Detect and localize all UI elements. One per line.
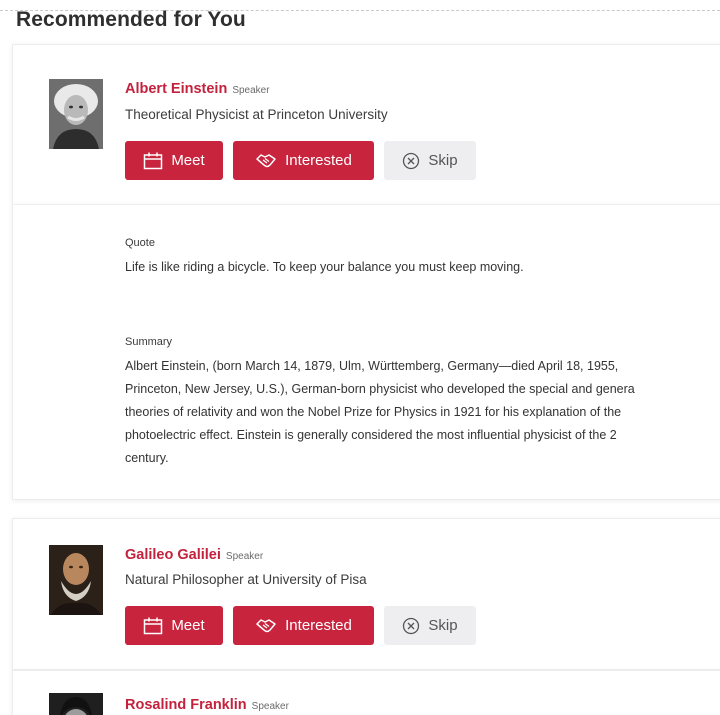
meet-button[interactable]: Meet — [125, 141, 223, 180]
action-bar: Meet Interested Skip — [125, 606, 476, 645]
quote-label: Quote — [125, 237, 155, 249]
close-circle-icon — [402, 617, 420, 635]
summary-line: photoelectric effect. Einstein is genera… — [125, 428, 617, 442]
handshake-icon — [255, 617, 277, 635]
calendar-icon — [143, 152, 163, 170]
skip-label: Skip — [428, 152, 458, 169]
person-card-franklin: Rosalind Franklin Speaker — [12, 670, 720, 715]
person-name[interactable]: Galileo Galilei — [125, 547, 221, 563]
summary-line: Princeton, New Jersey, U.S.), German-bor… — [125, 382, 635, 396]
summary-line: theories of relativity and won the Nobel… — [125, 405, 622, 419]
interested-button[interactable]: Interested — [233, 141, 374, 180]
person-subtitle: Theoretical Physicist at Princeton Unive… — [125, 107, 388, 122]
meet-button[interactable]: Meet — [125, 606, 223, 645]
person-subtitle: Natural Philosopher at University of Pis… — [125, 572, 367, 587]
summary-line: century. — [125, 451, 169, 465]
person-name-row: Albert Einstein Speaker — [125, 81, 270, 97]
close-circle-icon — [402, 152, 420, 170]
person-name-row: Rosalind Franklin Speaker — [125, 697, 289, 713]
avatar[interactable] — [49, 79, 103, 149]
person-name[interactable]: Albert Einstein — [125, 81, 227, 97]
recommendations-page: Recommended for You Albert Einstein Spea… — [0, 0, 720, 715]
handshake-icon — [255, 152, 277, 170]
interested-label: Interested — [285, 617, 352, 634]
person-role: Speaker — [251, 701, 289, 712]
meet-label: Meet — [171, 617, 205, 634]
person-role: Speaker — [232, 85, 270, 96]
avatar[interactable] — [49, 545, 103, 615]
person-role: Speaker — [225, 551, 264, 562]
interested-button[interactable]: Interested — [233, 606, 374, 645]
skip-button[interactable]: Skip — [384, 606, 476, 645]
calendar-icon — [143, 617, 163, 635]
summary-line: Albert Einstein, (born March 14, 1879, U… — [125, 359, 619, 373]
quote-text: Life is like riding a bicycle. To keep y… — [125, 260, 524, 274]
section-title: Recommended for You — [16, 8, 246, 31]
action-bar: Meet Interested Skip — [125, 141, 476, 180]
person-details-panel: Quote Life is like riding a bicycle. To … — [12, 204, 720, 500]
person-name[interactable]: Rosalind Franklin — [125, 697, 247, 713]
skip-label: Skip — [428, 617, 458, 634]
avatar[interactable] — [49, 693, 103, 715]
person-card-galileo: Galileo Galilei Speaker Natural Philosop… — [12, 518, 720, 670]
interested-label: Interested — [285, 152, 352, 169]
person-card-einstein: Albert Einstein Speaker Theoretical Phys… — [12, 44, 720, 204]
person-name-row: Galileo Galilei Speaker — [125, 547, 263, 563]
summary-label: Summary — [125, 336, 173, 348]
skip-button[interactable]: Skip — [384, 141, 476, 180]
meet-label: Meet — [171, 152, 205, 169]
